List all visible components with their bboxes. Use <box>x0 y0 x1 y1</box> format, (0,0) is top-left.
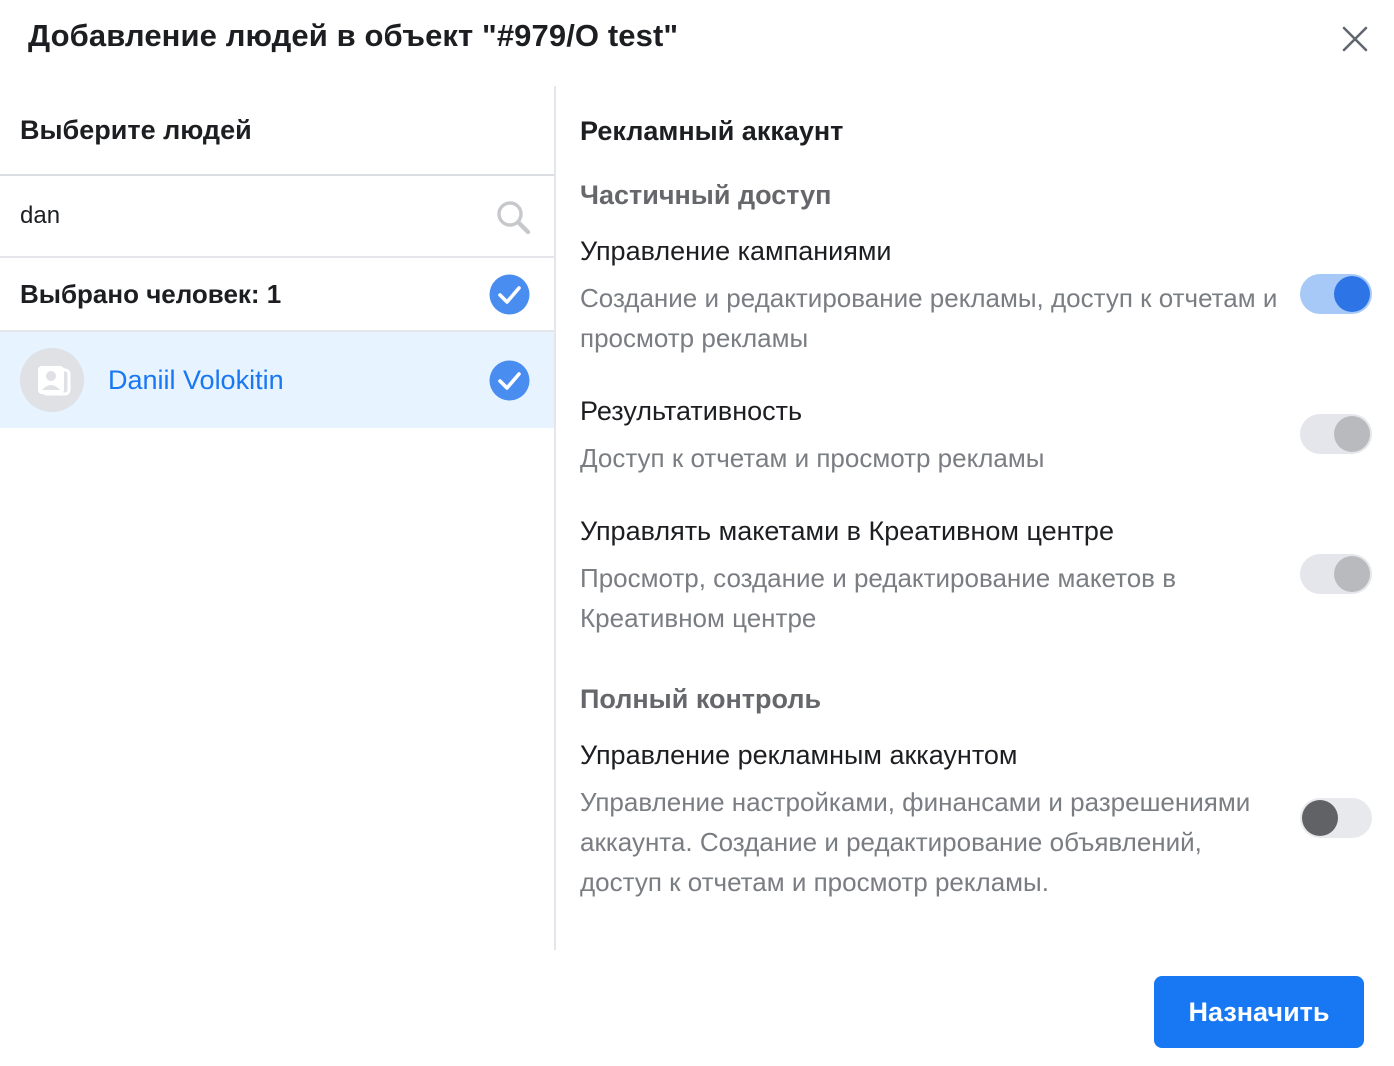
profile-placeholder-icon <box>38 366 71 396</box>
person-row[interactable]: Daniil Volokitin <box>0 332 554 428</box>
people-panel-header: Выберите людей <box>0 86 554 176</box>
toggle-manage-campaigns[interactable] <box>1300 274 1372 314</box>
dialog-title: Добавление людей в объект "#979/O test" <box>28 18 679 53</box>
permission-title: Результативность <box>580 396 803 426</box>
permission-title: Управлять макетами в Креативном центре <box>580 516 1114 546</box>
toggle-manage-ad-account[interactable] <box>1300 798 1372 838</box>
permission-description: Создание и редактирование рекламы, досту… <box>580 283 1278 353</box>
select-all-check-icon[interactable] <box>489 274 530 315</box>
search-row <box>0 176 554 258</box>
permission-description: Просмотр, создание и редактирование маке… <box>580 563 1177 633</box>
section-label-full-control: Полный контроль <box>580 684 822 714</box>
toggle-knob <box>1334 416 1370 452</box>
toggle-knob <box>1302 800 1338 836</box>
toggle-performance[interactable] <box>1300 414 1372 454</box>
permission-description: Управление настройками, финансами и разр… <box>580 787 1251 897</box>
assign-button[interactable]: Назначить <box>1154 976 1364 1048</box>
selected-count-label: Выбрано человек: 1 <box>20 278 282 309</box>
add-people-dialog: Добавление людей в объект "#979/O test" … <box>0 0 1394 1066</box>
permission-title: Управление рекламным аккаунтом <box>580 740 1018 770</box>
asset-type-title: Рекламный аккаунт <box>580 116 844 146</box>
permission-title: Управление кампаниями <box>580 236 892 266</box>
toggle-knob <box>1334 556 1370 592</box>
permission-description: Доступ к отчетам и просмотр рекламы <box>580 443 1045 473</box>
person-name-link[interactable]: Daniil Volokitin <box>108 365 284 396</box>
section-label-partial-access: Частичный доступ <box>580 180 832 210</box>
toggle-knob <box>1334 276 1370 312</box>
toggle-creative-hub[interactable] <box>1300 554 1372 594</box>
avatar <box>20 348 84 412</box>
close-button[interactable] <box>1336 20 1374 58</box>
close-icon <box>1342 26 1368 52</box>
search-icon <box>497 201 531 235</box>
people-panel: Выберите людей Выбрано человек: 1 <box>0 86 556 950</box>
person-check-icon[interactable] <box>489 360 530 401</box>
search-input[interactable] <box>20 202 460 230</box>
selected-count-row[interactable]: Выбрано человек: 1 <box>0 258 554 332</box>
